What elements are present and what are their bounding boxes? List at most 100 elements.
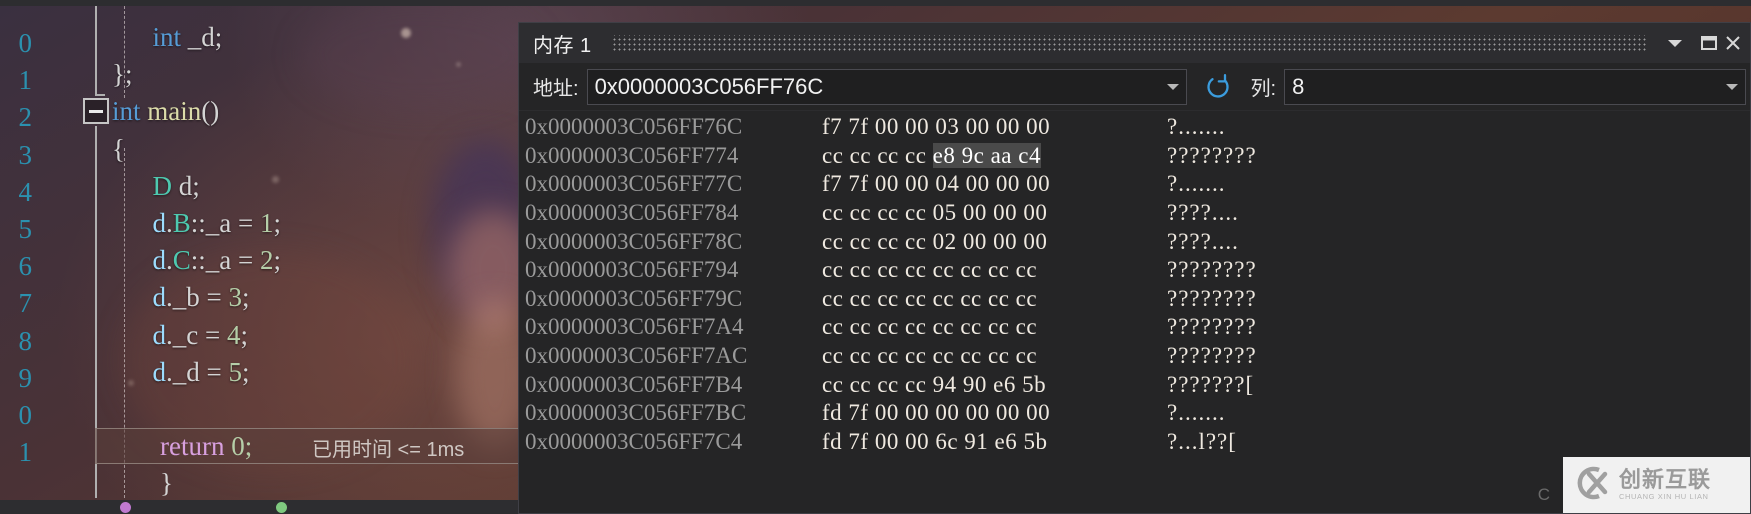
column-dropdown-arrow[interactable] xyxy=(1719,70,1745,104)
code-token: d xyxy=(152,319,167,350)
code-line[interactable]: d._b = 3; xyxy=(112,279,281,316)
code-token: D xyxy=(152,170,173,201)
line-number: 7 xyxy=(18,288,33,319)
memory-hex-bytes[interactable]: f7 7f 00 00 03 00 00 00 xyxy=(822,114,1167,140)
collapse-outline-button[interactable] xyxy=(83,98,109,124)
line-number: 6 xyxy=(18,251,33,282)
code-token: ; xyxy=(273,207,282,238)
memory-hex-bytes[interactable]: fd 7f 00 00 6c 91 e6 5b xyxy=(822,429,1167,455)
memory-ascii: ????.... xyxy=(1167,200,1239,226)
memory-address: 0x0000003C056FF7BC xyxy=(525,400,747,426)
code-line[interactable]: d.C::_a = 2; xyxy=(112,242,282,279)
memory-hex-bytes[interactable]: cc cc cc cc 94 90 e6 5b xyxy=(822,372,1167,398)
address-dropdown-arrow[interactable] xyxy=(1160,70,1186,104)
code-token: 4 xyxy=(226,319,241,350)
hex-bytes-plain: fd 7f 00 00 00 00 00 00 xyxy=(822,400,1051,426)
memory-window[interactable]: 内存 1 地址: 0x0000003C056FF76C 列: 8 0x00000… xyxy=(518,22,1751,514)
memory-hex-bytes[interactable]: cc cc cc cc cc cc cc cc xyxy=(822,286,1167,312)
code-line[interactable]: d._d = 5; xyxy=(112,354,281,391)
code-token: ; xyxy=(273,245,282,276)
column-input[interactable]: 8 xyxy=(1285,74,1719,100)
memory-hex-bytes[interactable]: cc cc cc cc cc cc cc cc xyxy=(822,314,1167,340)
memory-hex-bytes[interactable]: cc cc cc cc cc cc cc cc xyxy=(822,343,1167,369)
refresh-icon[interactable] xyxy=(1195,67,1241,107)
memory-hex-bytes[interactable]: cc cc cc cc 02 00 00 00 xyxy=(822,229,1167,255)
address-input[interactable]: 0x0000003C056FF76C xyxy=(588,74,1160,100)
code-line[interactable]: { xyxy=(112,131,281,168)
memory-ascii: ?...l??[ xyxy=(1167,428,1237,454)
elapsed-time-tip: 已用时间 <= 1ms xyxy=(312,439,465,461)
memory-ascii: ???????? xyxy=(1167,257,1257,283)
hex-bytes-plain: cc cc cc cc 02 00 00 00 xyxy=(822,228,1048,254)
memory-window-titlebar[interactable]: 内存 1 xyxy=(519,23,1750,63)
line-number: 3 xyxy=(18,139,33,170)
memory-ascii: ???????? xyxy=(1167,285,1257,311)
window-drag-handle[interactable] xyxy=(611,35,1648,51)
memory-row[interactable]: 0x0000003C056FF77C f7 7f 00 00 04 00 00 0… xyxy=(519,170,1750,199)
memory-row[interactable]: 0x0000003C056FF7AC cc cc cc cc cc cc cc c… xyxy=(519,342,1750,371)
memory-toolbar[interactable]: 地址: 0x0000003C056FF76C 列: 8 xyxy=(519,63,1750,111)
memory-row[interactable]: 0x0000003C056FF7B4 cc cc cc cc 94 90 e6 5… xyxy=(519,370,1750,399)
memory-address: 0x0000003C056FF79C xyxy=(525,285,743,311)
memory-ascii: ????.... xyxy=(1167,228,1239,254)
memory-address: 0x0000003C056FF78C xyxy=(525,228,743,254)
hex-bytes-plain: cc cc cc cc 05 00 00 00 xyxy=(822,200,1048,226)
code-token: ; xyxy=(240,319,248,350)
hex-bytes-plain: cc cc cc cc 94 90 e6 5b xyxy=(822,371,1047,397)
code-token: d xyxy=(152,207,167,238)
code-line[interactable]: }; xyxy=(112,56,281,93)
memory-address: 0x0000003C056FF774 xyxy=(525,142,739,168)
code-token: }; xyxy=(112,59,133,90)
memory-row[interactable]: 0x0000003C056FF774 cc cc cc cc e8 9c aa c… xyxy=(519,142,1750,171)
memory-row[interactable]: 0x0000003C056FF7BC fd 7f 00 00 00 00 00 0… xyxy=(519,399,1750,428)
line-number: 1 xyxy=(18,437,33,468)
memory-hex-bytes[interactable]: cc cc cc cc e8 9c aa c4 xyxy=(822,142,1167,169)
memory-hex-bytes[interactable]: f7 7f 00 00 04 00 00 00 xyxy=(822,171,1167,197)
close-icon[interactable] xyxy=(1726,26,1744,60)
address-combobox[interactable]: 0x0000003C056FF76C xyxy=(586,68,1187,105)
column-combobox[interactable]: 8 xyxy=(1284,68,1746,105)
code-line[interactable]: int _d; xyxy=(112,19,281,56)
code-token: :: xyxy=(190,245,206,276)
hex-bytes-plain: cc cc cc cc xyxy=(822,142,933,168)
source-code[interactable]: int _d;}; int main(){ D d; d.B::_a = 1; d… xyxy=(112,6,281,391)
memory-ascii: ?....... xyxy=(1167,171,1226,197)
memory-row[interactable]: 0x0000003C056FF7C4 fd 7f 00 00 6c 91 e6 5… xyxy=(519,428,1750,457)
line-number: 9 xyxy=(18,362,33,393)
memory-row[interactable]: 0x0000003C056FF784 cc cc cc cc 05 00 00 0… xyxy=(519,199,1750,228)
memory-address: 0x0000003C056FF7C4 xyxy=(525,428,743,454)
hex-bytes-selected[interactable]: e8 9c aa c4 xyxy=(932,142,1041,168)
code-token: . xyxy=(166,245,173,276)
hex-bytes-plain: cc cc cc cc cc cc cc cc xyxy=(822,257,1038,283)
line-number: 2 xyxy=(18,102,33,133)
status-dot xyxy=(120,502,131,513)
memory-row[interactable]: 0x0000003C056FF76C f7 7f 00 00 03 00 00 0… xyxy=(519,113,1750,142)
memory-row[interactable]: 0x0000003C056FF78C cc cc cc cc 02 00 00 0… xyxy=(519,227,1750,256)
memory-hex-bytes[interactable]: cc cc cc cc cc cc cc cc xyxy=(822,257,1167,283)
memory-ascii: ???????? xyxy=(1167,142,1257,168)
code-token: d; xyxy=(172,170,200,201)
memory-address: 0x0000003C056FF7AC xyxy=(525,343,748,369)
code-token: = xyxy=(198,319,227,350)
code-token: 5 xyxy=(228,356,242,387)
return-keyword: return xyxy=(160,431,225,461)
memory-hex-bytes[interactable]: cc cc cc cc 05 00 00 00 xyxy=(822,200,1167,226)
closing-brace: } xyxy=(160,468,173,498)
code-line[interactable]: D d; xyxy=(112,168,281,205)
editor-bottom-strip xyxy=(0,500,520,514)
memory-hex-dump[interactable]: 0x0000003C056FF76C f7 7f 00 00 03 00 00 0… xyxy=(519,111,1750,513)
memory-row[interactable]: 0x0000003C056FF794 cc cc cc cc cc cc cc c… xyxy=(519,256,1750,285)
line-number: 0 xyxy=(18,28,33,58)
memory-hex-bytes[interactable]: fd 7f 00 00 00 00 00 00 xyxy=(822,400,1167,426)
memory-address: 0x0000003C056FF76C xyxy=(525,114,743,140)
memory-ascii: ???????[ xyxy=(1167,371,1255,397)
code-line[interactable]: d._c = 4; xyxy=(112,317,281,354)
memory-row[interactable]: 0x0000003C056FF7A4 cc cc cc cc cc cc cc c… xyxy=(519,313,1750,342)
code-line[interactable]: int main() xyxy=(112,93,281,130)
code-token: d xyxy=(152,245,167,276)
chevron-down-icon[interactable] xyxy=(1658,26,1692,60)
restore-window-icon[interactable] xyxy=(1692,26,1726,60)
code-line[interactable]: d.B::_a = 1; xyxy=(112,205,282,242)
memory-row[interactable]: 0x0000003C056FF79C cc cc cc cc cc cc cc c… xyxy=(519,285,1750,314)
line-number: 1 xyxy=(18,65,33,96)
